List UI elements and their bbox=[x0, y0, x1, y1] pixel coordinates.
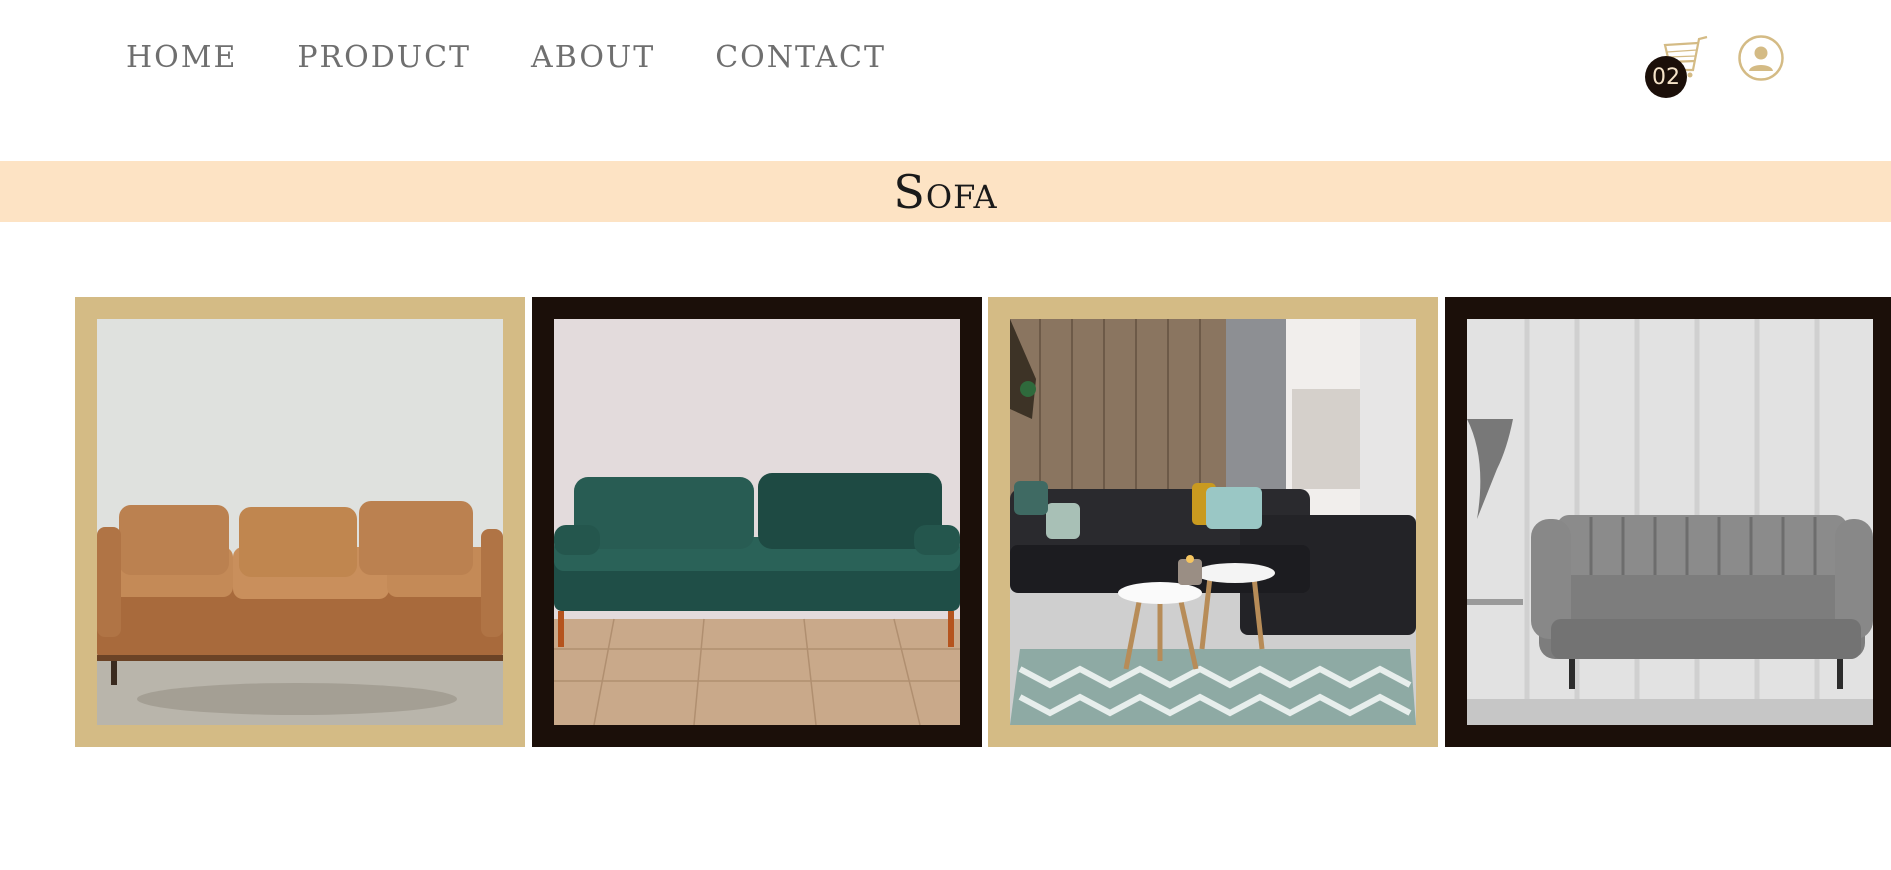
category-banner: Sofa bbox=[0, 161, 1891, 222]
product-card[interactable] bbox=[532, 297, 982, 747]
product-image-grey-loveseat bbox=[1467, 319, 1873, 725]
page-title: Sofa bbox=[893, 164, 998, 219]
nav-home-link[interactable]: HOME bbox=[126, 40, 237, 75]
nav-about-link[interactable]: ABOUT bbox=[531, 40, 655, 75]
product-gallery bbox=[75, 297, 1891, 747]
nav-product-link[interactable]: PRODUCT bbox=[297, 40, 471, 75]
product-image-green-sofa bbox=[554, 319, 960, 725]
user-account-button[interactable] bbox=[1738, 35, 1784, 81]
nav-contact-link[interactable]: CONTACT bbox=[715, 40, 886, 75]
cart-count-badge: 02 bbox=[1645, 56, 1687, 98]
product-card[interactable] bbox=[988, 297, 1438, 747]
product-card[interactable] bbox=[1445, 297, 1891, 747]
cart-button[interactable]: 02 bbox=[1645, 34, 1713, 100]
product-image-leather-sofa bbox=[97, 319, 503, 725]
product-image-sectional-sofa bbox=[1010, 319, 1416, 725]
product-card[interactable] bbox=[75, 297, 525, 747]
user-circle-icon bbox=[1738, 35, 1784, 81]
main-nav: HOME PRODUCT ABOUT CONTACT bbox=[126, 40, 946, 75]
